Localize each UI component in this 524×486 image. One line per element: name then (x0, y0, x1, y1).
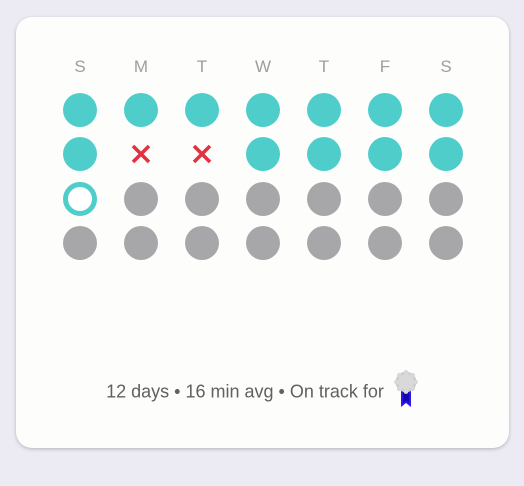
upcoming-day-dot[interactable] (368, 182, 402, 216)
missed-day-icon[interactable] (185, 137, 219, 171)
missed-day-icon[interactable] (124, 137, 158, 171)
completed-day-dot[interactable] (368, 93, 402, 127)
completed-day-dot[interactable] (63, 137, 97, 171)
weekday-label: F (379, 57, 391, 76)
weekday-label: S (74, 57, 86, 76)
award-ribbon-icon (393, 370, 419, 410)
upcoming-day-dot[interactable] (246, 182, 280, 216)
upcoming-day-dot[interactable] (246, 226, 280, 260)
upcoming-day-dot[interactable] (185, 226, 219, 260)
weekday-label: S (440, 57, 452, 76)
streak-card: S M T W T F S 12 days • 16 min avg • On … (16, 17, 509, 448)
upcoming-day-dot[interactable] (368, 226, 402, 260)
summary-text: 12 days • 16 min avg • On track for (106, 381, 384, 402)
completed-day-dot[interactable] (63, 93, 97, 127)
weekday-label: W (254, 57, 272, 76)
completed-day-dot[interactable] (429, 137, 463, 171)
upcoming-day-dot[interactable] (124, 226, 158, 260)
upcoming-day-dot[interactable] (307, 182, 341, 216)
weekday-label: M (133, 57, 149, 76)
completed-day-dot[interactable] (246, 137, 280, 171)
completed-day-dot[interactable] (307, 93, 341, 127)
upcoming-day-dot[interactable] (307, 226, 341, 260)
upcoming-day-dot[interactable] (63, 226, 97, 260)
completed-day-dot[interactable] (429, 93, 463, 127)
upcoming-day-dot[interactable] (124, 182, 158, 216)
upcoming-day-dot[interactable] (185, 182, 219, 216)
completed-day-dot[interactable] (307, 137, 341, 171)
upcoming-day-dot[interactable] (429, 226, 463, 260)
completed-day-dot[interactable] (368, 137, 402, 171)
weekday-label: T (318, 57, 330, 76)
upcoming-day-dot[interactable] (429, 182, 463, 216)
completed-day-dot[interactable] (185, 93, 219, 127)
completed-day-dot[interactable] (124, 93, 158, 127)
weekday-label: T (196, 57, 208, 76)
completed-day-dot[interactable] (246, 93, 280, 127)
streak-summary: 12 days • 16 min avg • On track for (16, 370, 509, 412)
weekday-header: S M T W T F S (63, 57, 460, 77)
today-ring-dot[interactable] (63, 182, 97, 216)
day-grid (63, 93, 463, 273)
